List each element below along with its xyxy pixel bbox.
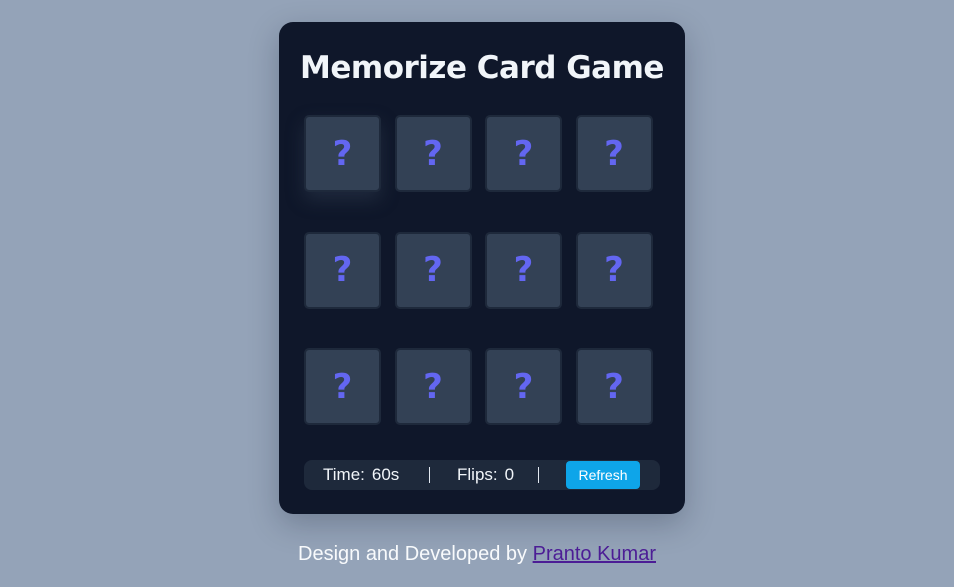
question-mark-icon: ?	[513, 250, 534, 290]
question-mark-icon: ?	[423, 133, 443, 174]
card[interactable]: ?	[394, 231, 472, 309]
card[interactable]: ?	[575, 231, 653, 309]
question-mark-icon: ?	[332, 366, 353, 407]
time-label: Time:	[323, 465, 365, 484]
question-mark-icon: ?	[604, 366, 624, 407]
flips-stat: Flips: 0	[457, 460, 514, 490]
card[interactable]: ?	[394, 348, 472, 425]
game-panel: Memorize Card Game ? ? ? ? ? ? ? ? ? ? ?…	[279, 22, 685, 514]
question-mark-icon: ?	[423, 250, 443, 290]
time-value: 60s	[371, 465, 400, 484]
question-mark-icon: ?	[332, 250, 353, 290]
author-link[interactable]: Pranto Kumar	[533, 543, 656, 565]
card[interactable]: ?	[304, 348, 381, 425]
game-title: Memorize Card Game	[300, 50, 664, 86]
card[interactable]: ?	[394, 115, 472, 192]
card[interactable]: ?	[575, 115, 653, 192]
question-mark-icon: ?	[604, 250, 624, 290]
card[interactable]: ?	[485, 115, 562, 192]
flips-label: Flips:	[457, 465, 498, 484]
card[interactable]: ?	[304, 115, 381, 192]
refresh-button[interactable]: Refresh	[566, 461, 640, 489]
stats-bar: Time: 60s Flips: 0 Refresh	[304, 460, 660, 490]
question-mark-icon: ?	[513, 133, 534, 174]
flips-value: 0	[504, 465, 515, 484]
credit-line: Design and Developed by Pranto Kumar	[0, 543, 954, 566]
time-stat: Time: 60s	[323, 460, 399, 490]
card[interactable]: ?	[485, 348, 562, 425]
question-mark-icon: ?	[604, 133, 624, 174]
stats-divider	[538, 467, 539, 483]
question-mark-icon: ?	[332, 133, 353, 174]
question-mark-icon: ?	[423, 366, 443, 407]
credit-prefix: Design and Developed by	[298, 543, 528, 565]
card[interactable]: ?	[485, 231, 562, 309]
stats-divider	[429, 467, 430, 483]
card[interactable]: ?	[575, 348, 653, 425]
card[interactable]: ?	[304, 231, 381, 309]
question-mark-icon: ?	[513, 366, 534, 407]
card-grid: ? ? ? ? ? ? ? ? ? ? ? ?	[304, 115, 654, 425]
